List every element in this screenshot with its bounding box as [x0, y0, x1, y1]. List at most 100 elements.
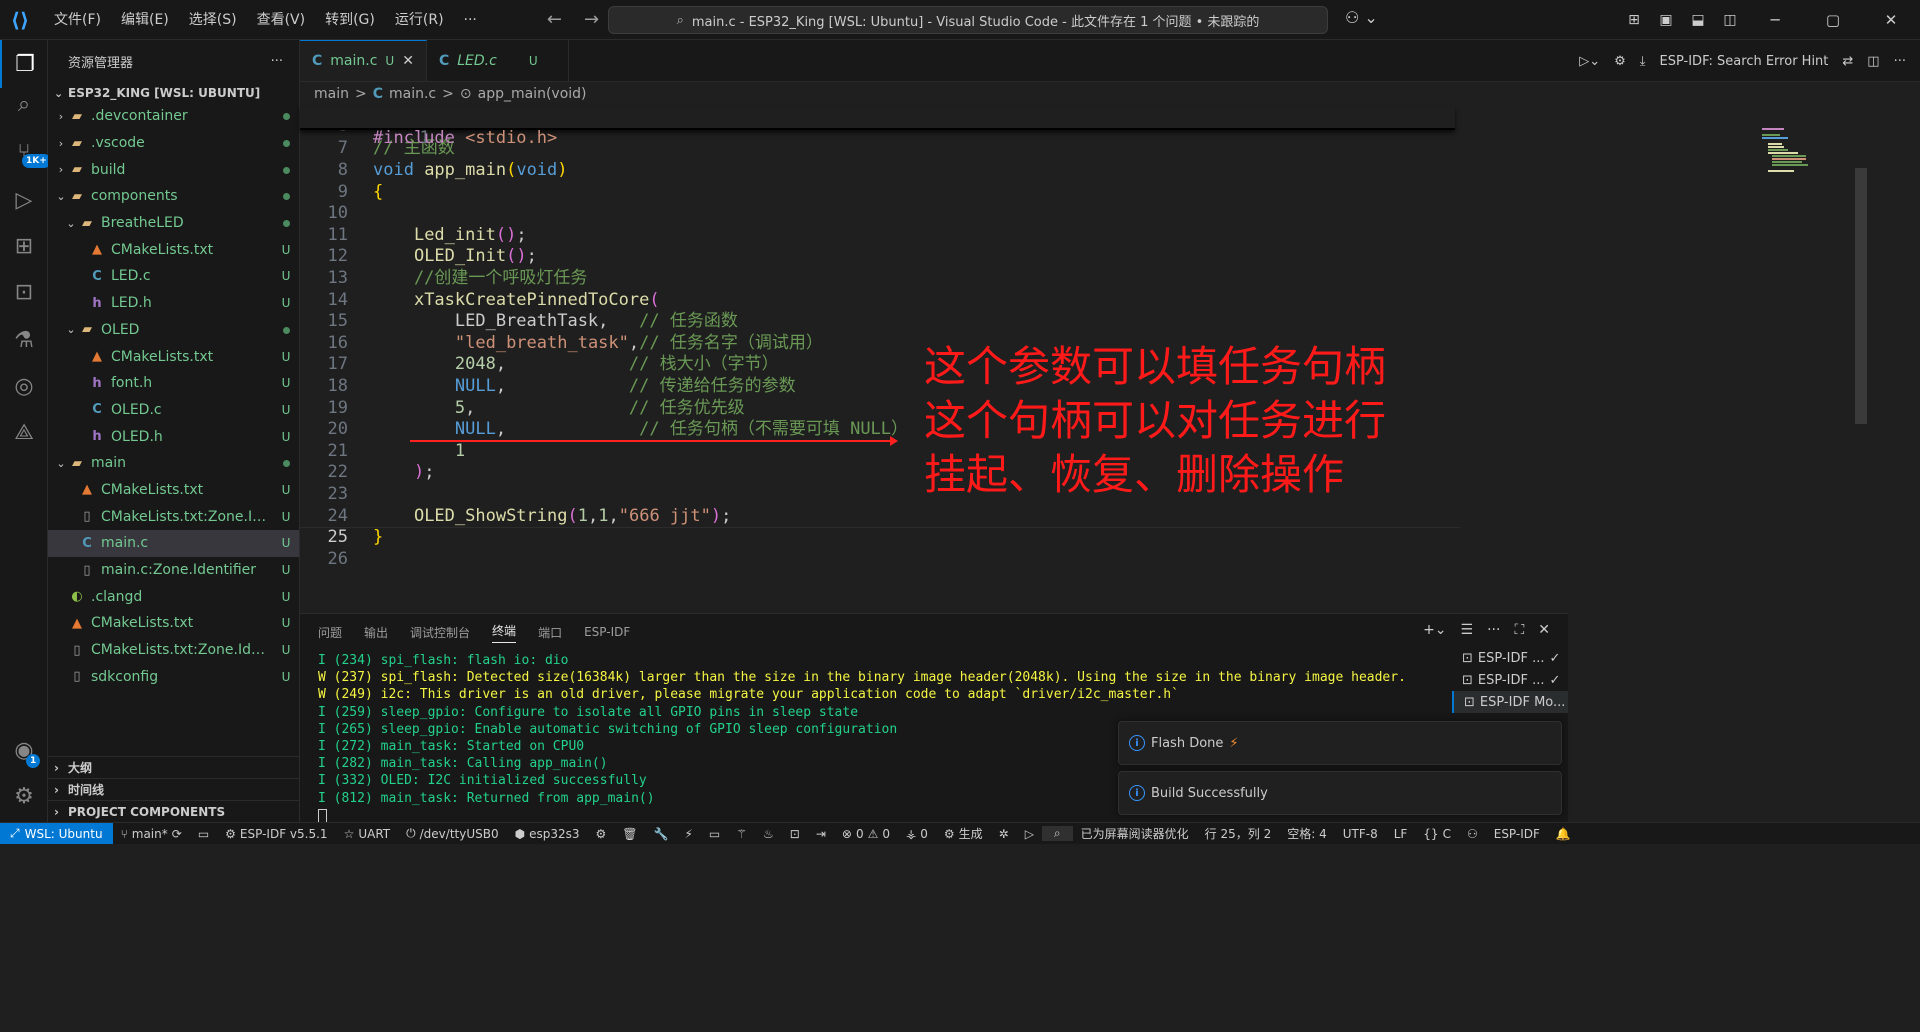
- serial-port[interactable]: ⏻/dev/ttyUSB0: [398, 826, 506, 841]
- maximize-panel-icon[interactable]: ⛶: [1514, 622, 1524, 638]
- back-arrow-icon[interactable]: ←: [547, 9, 562, 30]
- tree-item[interactable]: ▯ sdkconfig U: [48, 663, 299, 690]
- menu-more[interactable]: ···: [454, 0, 487, 40]
- tab-problems[interactable]: 问题: [318, 624, 342, 641]
- forward-arrow-icon[interactable]: →: [584, 9, 599, 30]
- screen-reader-status[interactable]: 已为屏幕阅读器优化: [1073, 825, 1197, 842]
- language-mode[interactable]: {} C: [1415, 827, 1459, 841]
- tree-item[interactable]: ◐ .clangd U: [48, 583, 299, 610]
- layout-customize-icon[interactable]: ⊞: [1618, 12, 1650, 28]
- toggle-sidebar-icon[interactable]: ▣: [1650, 12, 1682, 28]
- tab-ports[interactable]: 端口: [538, 624, 562, 641]
- terminal-list-icon[interactable]: ☰: [1461, 622, 1474, 638]
- outline-section[interactable]: › 大纲: [48, 756, 299, 778]
- esp-idf-version[interactable]: ⚙ ESP-IDF v5.5.1: [217, 827, 335, 841]
- close-window-button[interactable]: ✕: [1862, 11, 1920, 29]
- end-of-line[interactable]: LF: [1386, 827, 1416, 841]
- ports-status[interactable]: ⚶ 0: [898, 827, 936, 841]
- tree-item[interactable]: h font.h U: [48, 370, 299, 397]
- tab-output[interactable]: 输出: [364, 624, 388, 641]
- minimize-button[interactable]: ─: [1746, 11, 1804, 29]
- remote-indicator[interactable]: ⤢ WSL: Ubuntu: [0, 822, 113, 845]
- problems-status[interactable]: ⊗ 0 ⚠ 0: [834, 827, 898, 841]
- tree-item[interactable]: Cmain.c U: [48, 530, 299, 557]
- editor-scrollbar[interactable]: [1855, 168, 1867, 424]
- esp-idf-status[interactable]: ESP-IDF: [1486, 827, 1548, 841]
- target-device[interactable]: ⬢ esp32s3: [507, 827, 588, 841]
- copilot-icon[interactable]: ⚇ ⌄: [1345, 8, 1378, 27]
- breadcrumb-symbol[interactable]: app_main(void): [478, 86, 587, 102]
- terminal-instance[interactable]: ⊡ ESP-IDF ... ✓: [1452, 647, 1568, 669]
- new-terminal-icon[interactable]: +⌄: [1423, 622, 1446, 638]
- tree-item[interactable]: ▯ main.c:Zone.Identifier U: [48, 557, 299, 584]
- tab-led-c[interactable]: C LED.c U: [427, 40, 569, 81]
- source-control-icon[interactable]: ⑂ 1K+: [0, 128, 51, 176]
- tree-item[interactable]: ⌄ ▰ BreatheLED: [48, 210, 299, 237]
- testing-icon[interactable]: ⚗: [0, 316, 48, 364]
- tree-item[interactable]: ▲ CMakeLists.txt U: [48, 477, 299, 504]
- play-icon[interactable]: ▷: [1017, 827, 1042, 841]
- exit-icon[interactable]: ⇥: [808, 827, 834, 841]
- toggle-secondary-sidebar-icon[interactable]: ◫: [1714, 12, 1746, 28]
- menu-selection[interactable]: 选择(S): [179, 0, 247, 40]
- extensions-icon[interactable]: ⊞: [0, 222, 48, 270]
- tab-debug-console[interactable]: 调试控制台: [410, 624, 470, 641]
- tree-item[interactable]: ▲ CMakeLists.txt U: [48, 343, 299, 370]
- tree-item[interactable]: › ▰ .vscode: [48, 130, 299, 157]
- explorer-more-button[interactable]: ···: [271, 54, 283, 69]
- breadcrumb-file[interactable]: main.c: [389, 86, 436, 102]
- git-branch[interactable]: ⑂ main* ⟳: [113, 827, 190, 841]
- toggle-panel-icon[interactable]: ⬓: [1682, 12, 1714, 28]
- notifications-bell-icon[interactable]: 🔔: [1548, 827, 1579, 841]
- build-status[interactable]: ⚙ 生成: [936, 825, 991, 842]
- bug-icon[interactable]: ✲: [991, 827, 1017, 841]
- build-wrench-icon[interactable]: 🔧: [646, 827, 677, 841]
- tab-main-c[interactable]: C main.c U ✕: [300, 40, 427, 81]
- tree-item[interactable]: ⌄ ▰ main: [48, 450, 299, 477]
- tree-item[interactable]: ⌄ ▰ OLED: [48, 317, 299, 344]
- close-panel-icon[interactable]: ✕: [1538, 622, 1550, 638]
- flash-icon[interactable]: ⚡: [676, 827, 700, 841]
- run-debug-icon[interactable]: ▷: [0, 176, 48, 224]
- notification-flash-done[interactable]: i Flash Done ⚡: [1118, 721, 1562, 765]
- close-tab-icon[interactable]: ✕: [402, 53, 414, 69]
- tree-item[interactable]: ▯ CMakeLists.txt:Zone.Identi... U: [48, 503, 299, 530]
- run-debug-dropdown-icon[interactable]: ▷⌄: [1579, 54, 1600, 69]
- tab-esp-idf[interactable]: ESP-IDF: [584, 625, 630, 639]
- tree-item[interactable]: C OLED.c U: [48, 397, 299, 424]
- copilot-status-icon[interactable]: ⚇: [1459, 827, 1486, 841]
- menu-go[interactable]: 转到(G): [315, 0, 385, 40]
- timeline-section[interactable]: › 时间线: [48, 778, 299, 800]
- compare-icon[interactable]: ⇄: [1842, 54, 1853, 69]
- terminal-instance[interactable]: ⊡ ESP-IDF Mo...: [1452, 691, 1568, 713]
- menu-file[interactable]: 文件(F): [44, 0, 111, 40]
- esp-idf-icon[interactable]: ◎: [0, 362, 48, 410]
- maximize-button[interactable]: ▢: [1804, 11, 1862, 29]
- cursor-position[interactable]: 行 25，列 2: [1197, 825, 1280, 842]
- cmake-view-icon[interactable]: ⟁: [0, 408, 48, 456]
- tree-item[interactable]: ▲ CMakeLists.txt U: [48, 236, 299, 263]
- esp-idf-search-error-hint-button[interactable]: ESP-IDF: Search Error Hint: [1660, 54, 1829, 69]
- tree-item[interactable]: ▯ CMakeLists.txt:Zone.Identifier U: [48, 637, 299, 664]
- encoding[interactable]: UTF-8: [1335, 827, 1386, 841]
- menu-view[interactable]: 查看(V): [247, 0, 316, 40]
- tree-item[interactable]: › ▰ .devcontainer: [48, 103, 299, 130]
- monitor-icon[interactable]: ▭: [701, 827, 728, 841]
- flame-icon[interactable]: ♨: [755, 827, 782, 841]
- sticky-scroll[interactable]: 1 #include <stdio.h>: [300, 106, 1455, 148]
- workspace-root[interactable]: ⌄ ESP32_KING [WSL: UBUNTU]: [48, 82, 299, 104]
- menu-edit[interactable]: 编辑(E): [111, 0, 179, 40]
- debug-icon[interactable]: ⚚: [728, 827, 755, 841]
- workspace-folder-icon[interactable]: ▭: [190, 827, 217, 841]
- split-editor-icon[interactable]: ◫: [1867, 54, 1879, 69]
- notification-build-successfully[interactable]: i Build Successfully: [1118, 771, 1562, 815]
- accounts-icon[interactable]: ◉ 1: [0, 726, 48, 774]
- indentation[interactable]: 空格: 4: [1279, 825, 1335, 842]
- flash-method[interactable]: ☆ UART: [336, 827, 399, 841]
- download-icon[interactable]: ⤓: [1640, 54, 1646, 69]
- zoom-search-icon[interactable]: ⌕: [1041, 826, 1073, 841]
- manage-gear-icon[interactable]: ⚙: [0, 772, 48, 820]
- tree-item[interactable]: ▲ CMakeLists.txt U: [48, 610, 299, 637]
- settings-gear-icon[interactable]: ⚙: [1614, 54, 1626, 69]
- tree-item[interactable]: C LED.c U: [48, 263, 299, 290]
